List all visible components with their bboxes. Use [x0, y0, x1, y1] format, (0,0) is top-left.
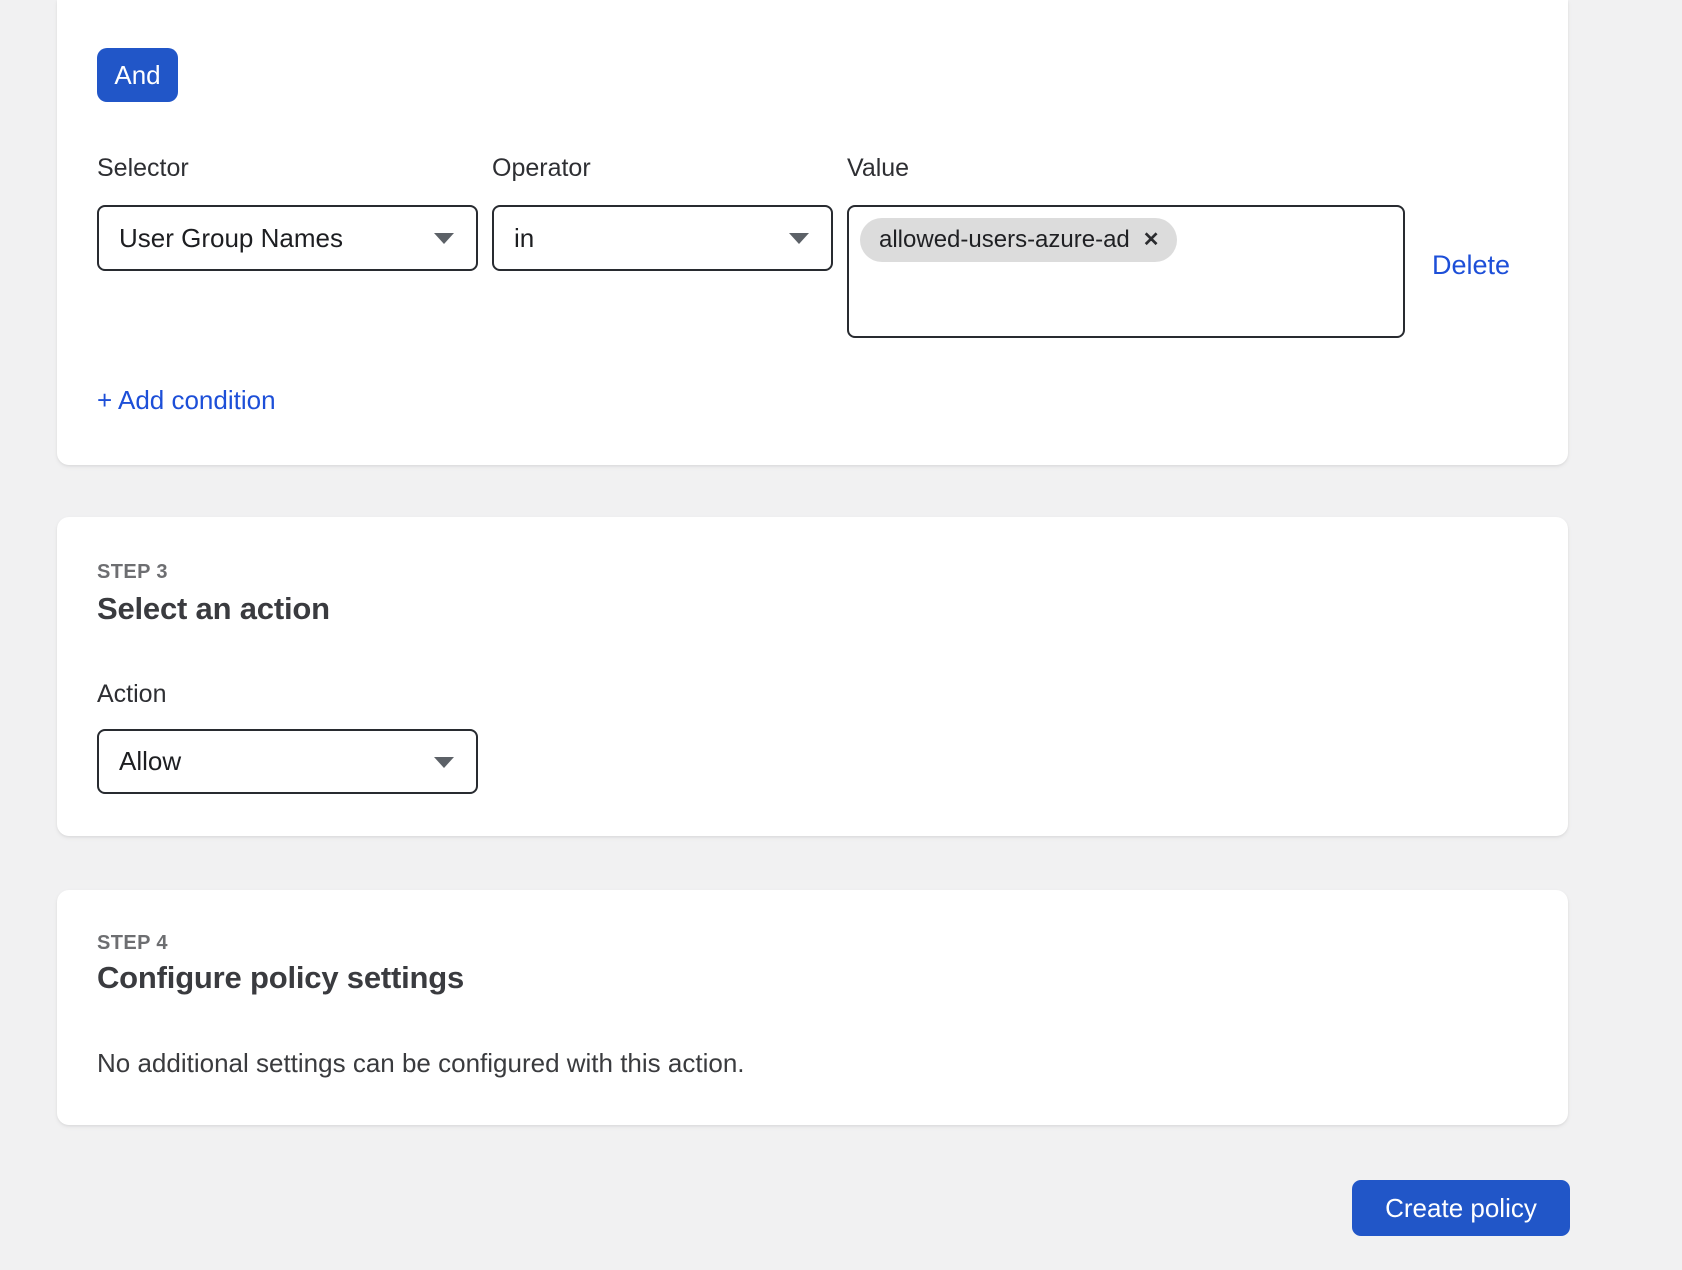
- value-field-label: Value: [847, 152, 909, 184]
- policy-builder-page: And Selector Operator Value User Group N…: [0, 0, 1682, 1270]
- value-tag-text: allowed-users-azure-ad: [879, 226, 1130, 254]
- dropdown-caret-icon: [434, 757, 454, 768]
- step4-card: STEP 4 Configure policy settings No addi…: [57, 890, 1568, 1125]
- delete-condition-link[interactable]: Delete: [1432, 250, 1510, 281]
- operator-dropdown-value: in: [514, 223, 534, 254]
- selector-dropdown-value: User Group Names: [119, 223, 343, 254]
- step4-title: Configure policy settings: [97, 960, 464, 996]
- step3-card: STEP 3 Select an action Action Allow: [57, 517, 1568, 836]
- action-dropdown-value: Allow: [119, 746, 181, 777]
- dropdown-caret-icon: [789, 233, 809, 244]
- create-policy-button[interactable]: Create policy: [1352, 1180, 1570, 1236]
- selector-field-label: Selector: [97, 152, 189, 184]
- operator-field-label: Operator: [492, 152, 591, 184]
- operator-dropdown[interactable]: in: [492, 205, 833, 271]
- value-tag: allowed-users-azure-ad ✕: [860, 218, 1177, 262]
- condition-card: And Selector Operator Value User Group N…: [57, 0, 1568, 465]
- step3-step-label: STEP 3: [97, 561, 168, 584]
- step3-title: Select an action: [97, 591, 330, 627]
- remove-tag-icon[interactable]: ✕: [1143, 230, 1160, 250]
- action-dropdown[interactable]: Allow: [97, 729, 478, 794]
- value-multi-input[interactable]: allowed-users-azure-ad ✕: [847, 205, 1405, 338]
- and-rule-button[interactable]: And: [97, 48, 178, 102]
- dropdown-caret-icon: [434, 233, 454, 244]
- add-condition-link[interactable]: + Add condition: [97, 385, 276, 416]
- action-field-label: Action: [97, 680, 166, 709]
- selector-dropdown[interactable]: User Group Names: [97, 205, 478, 271]
- step4-step-label: STEP 4: [97, 932, 168, 955]
- step4-description: No additional settings can be configured…: [97, 1046, 745, 1080]
